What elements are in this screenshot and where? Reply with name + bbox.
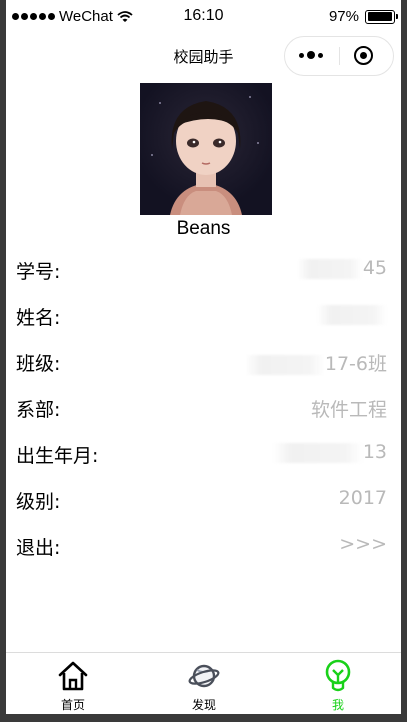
tab-label: 首页 — [60, 698, 85, 712]
tab-home[interactable]: 首页 — [23, 653, 123, 714]
info-row-class: 班级: 17-6班 — [6, 345, 401, 375]
tab-discover[interactable]: 发现 — [154, 653, 254, 714]
row-label: 出生年月: — [16, 445, 99, 467]
avatar-illustration — [151, 96, 259, 215]
row-label: 学号: — [16, 261, 61, 283]
row-value: 45 — [296, 257, 387, 279]
row-label: 姓名: — [16, 307, 61, 329]
battery-status: 97% — [328, 8, 398, 25]
tab-label: 我 — [331, 698, 344, 712]
tab-bar: 首页 发现 我 — [6, 652, 401, 714]
info-row-department: 系部: 软件工程 — [6, 391, 401, 421]
info-row-birth-date: 出生年月: 13 — [6, 437, 401, 467]
more-menu-icon[interactable] — [299, 51, 323, 59]
row-value — [317, 303, 387, 325]
battery-percent: 97% — [328, 8, 359, 25]
mini-program-capsule — [284, 36, 394, 76]
navigation-bar: 校园助手 — [6, 32, 401, 80]
info-row-grade: 级别: 2017 — [6, 483, 401, 513]
row-label: 系部: — [16, 399, 61, 421]
capsule-divider — [339, 47, 340, 65]
close-target-icon[interactable] — [354, 46, 373, 65]
row-label: 级别: — [16, 491, 61, 513]
phone-screen: WeChat 16:10 97% 校园助手 Beans 学号: 45 姓名: 班… — [6, 0, 401, 714]
status-bar: WeChat 16:10 97% — [6, 0, 401, 32]
row-value: 软件工程 — [310, 399, 387, 421]
row-label: 退出: — [16, 537, 61, 559]
row-label: 班级: — [16, 353, 61, 375]
battery-icon — [365, 9, 398, 24]
logout-row[interactable]: 退出: >>> — [6, 529, 401, 559]
tab-label: 发现 — [191, 698, 216, 712]
logout-arrow[interactable]: >>> — [339, 533, 387, 555]
username: Beans — [176, 218, 231, 239]
row-value: 2017 — [338, 487, 387, 509]
info-row-name: 姓名: — [6, 299, 401, 329]
avatar — [140, 83, 272, 215]
info-row-student-id: 学号: 45 — [6, 253, 401, 283]
planet-icon — [188, 664, 220, 688]
home-icon — [58, 661, 88, 691]
lightbulb-icon — [325, 659, 351, 692]
tab-me[interactable]: 我 — [288, 653, 388, 714]
row-value: 17-6班 — [244, 349, 387, 376]
row-value: 13 — [272, 441, 387, 463]
